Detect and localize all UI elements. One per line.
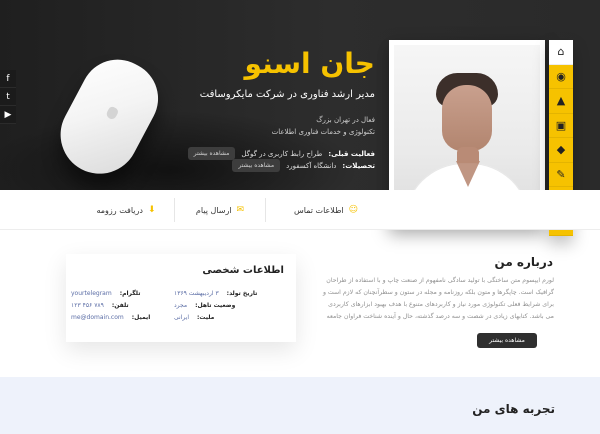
about-text: لورم ایپسوم متن ساختگی با تولید سادگی نا… — [322, 277, 554, 320]
birth-label: تاریخ تولد: — [226, 289, 258, 297]
nationality-row: ملیت: ایرانی — [174, 311, 284, 323]
birth-row: تاریخ تولد: ۳ اردیبهشت ۱۳۶۹ — [174, 287, 284, 299]
social-links: f t ▶ — [0, 70, 16, 124]
send-message-button[interactable]: ✉ ارسال پیام — [175, 190, 265, 230]
contact-info-button[interactable]: ☺ اطلاعات تماس — [266, 190, 386, 230]
about-title: درباره من — [494, 255, 553, 269]
briefcase-icon[interactable]: ▣ — [549, 114, 573, 138]
send-message-label: ارسال پیام — [195, 205, 232, 215]
birth-value: ۳ اردیبهشت ۱۳۶۹ — [174, 289, 219, 297]
about-more-button[interactable]: مشاهده بیشتر — [477, 333, 537, 348]
meta-location: فعال در تهران بزرگ — [316, 116, 375, 124]
education-row: تحصیلات: دانشگاه آکسفورد مشاهده بیشتر — [232, 159, 375, 172]
personal-info-title: اطلاعات شخصی — [202, 265, 284, 276]
download-resume-button[interactable]: ⬇ دریافت رزومه — [80, 190, 172, 230]
download-resume-label: دریافت رزومه — [96, 205, 143, 215]
email-label: ایمیل: — [131, 313, 151, 321]
education-text: دانشگاه آکسفورد — [286, 161, 337, 170]
education-label: تحصیلات: — [342, 161, 375, 170]
youtube-icon[interactable]: ▶ — [0, 106, 16, 124]
phone-label: تلفن: — [111, 301, 129, 309]
more-button-activity[interactable]: مشاهده بیشتر — [187, 147, 236, 160]
profile-photo-head — [442, 85, 492, 151]
previous-activity-label: فعالیت قبلی: — [328, 149, 375, 158]
experience-title: تجربه های من — [472, 402, 555, 416]
phone-row: تلفن: ۷۸۹ ۴۵۶ ۱۲۳ — [71, 299, 171, 311]
profile-title: مدیر ارشد فناوری در شرکت مایکروسافت — [199, 89, 375, 100]
telegram-label: تلگرام: — [119, 289, 141, 297]
twitter-icon[interactable]: t — [0, 88, 16, 106]
contact-divider-1 — [265, 198, 266, 222]
meta-industry: تکنولوژی و خدمات فناوری اطلاعات — [271, 128, 375, 136]
profile-name: جان اسنو — [244, 47, 375, 80]
eye-icon[interactable]: ◉ — [549, 65, 573, 89]
more-button-education[interactable]: مشاهده بیشتر — [232, 159, 281, 172]
nationality-label: ملیت: — [197, 313, 215, 321]
marital-row: وضعیت تاهل: مجرد — [174, 299, 284, 311]
diamond-icon[interactable]: ◆ — [549, 138, 573, 163]
contact-info-label: اطلاعات تماس — [293, 205, 344, 215]
personal-info-col-left: تلگرام: yourtelegram تلفن: ۷۸۹ ۴۵۶ ۱۲۳ ا… — [71, 287, 171, 323]
pencil-icon[interactable]: ✎ — [549, 163, 573, 187]
previous-activity-text: طراح رابط کاربری در گوگل — [241, 149, 323, 158]
personal-info-col-right: تاریخ تولد: ۳ اردیبهشت ۱۳۶۹ وضعیت تاهل: … — [174, 287, 284, 323]
marital-label: وضعیت تاهل: — [195, 301, 236, 309]
facebook-icon[interactable]: f — [0, 70, 16, 88]
message-icon: ✉ — [236, 205, 245, 215]
email-value: me@domain.com — [71, 313, 124, 321]
contact-info-icon: ☺ — [348, 205, 359, 215]
profile-meta: فعال در تهران بزرگ تکنولوژی و خدمات فناو… — [135, 114, 375, 138]
marital-value: مجرد — [174, 301, 188, 309]
home-icon[interactable]: ⌂ — [549, 40, 573, 65]
phone-value: ۷۸۹ ۴۵۶ ۱۲۳ — [71, 301, 104, 309]
contact-bar: ☺ اطلاعات تماس ✉ ارسال پیام ⬇ دریافت رزو… — [0, 190, 600, 230]
graduation-cap-icon[interactable]: ▲ — [549, 89, 573, 114]
telegram-row: تلگرام: yourtelegram — [71, 287, 171, 299]
nationality-value: ایرانی — [174, 313, 189, 321]
email-row: ایمیل: me@domain.com — [71, 311, 171, 323]
contact-divider-2 — [174, 198, 175, 222]
telegram-value: yourtelegram — [71, 289, 112, 297]
download-icon: ⬇ — [147, 205, 156, 215]
personal-info-card: اطلاعات شخصی تاریخ تولد: ۳ اردیبهشت ۱۳۶۹… — [66, 254, 296, 342]
